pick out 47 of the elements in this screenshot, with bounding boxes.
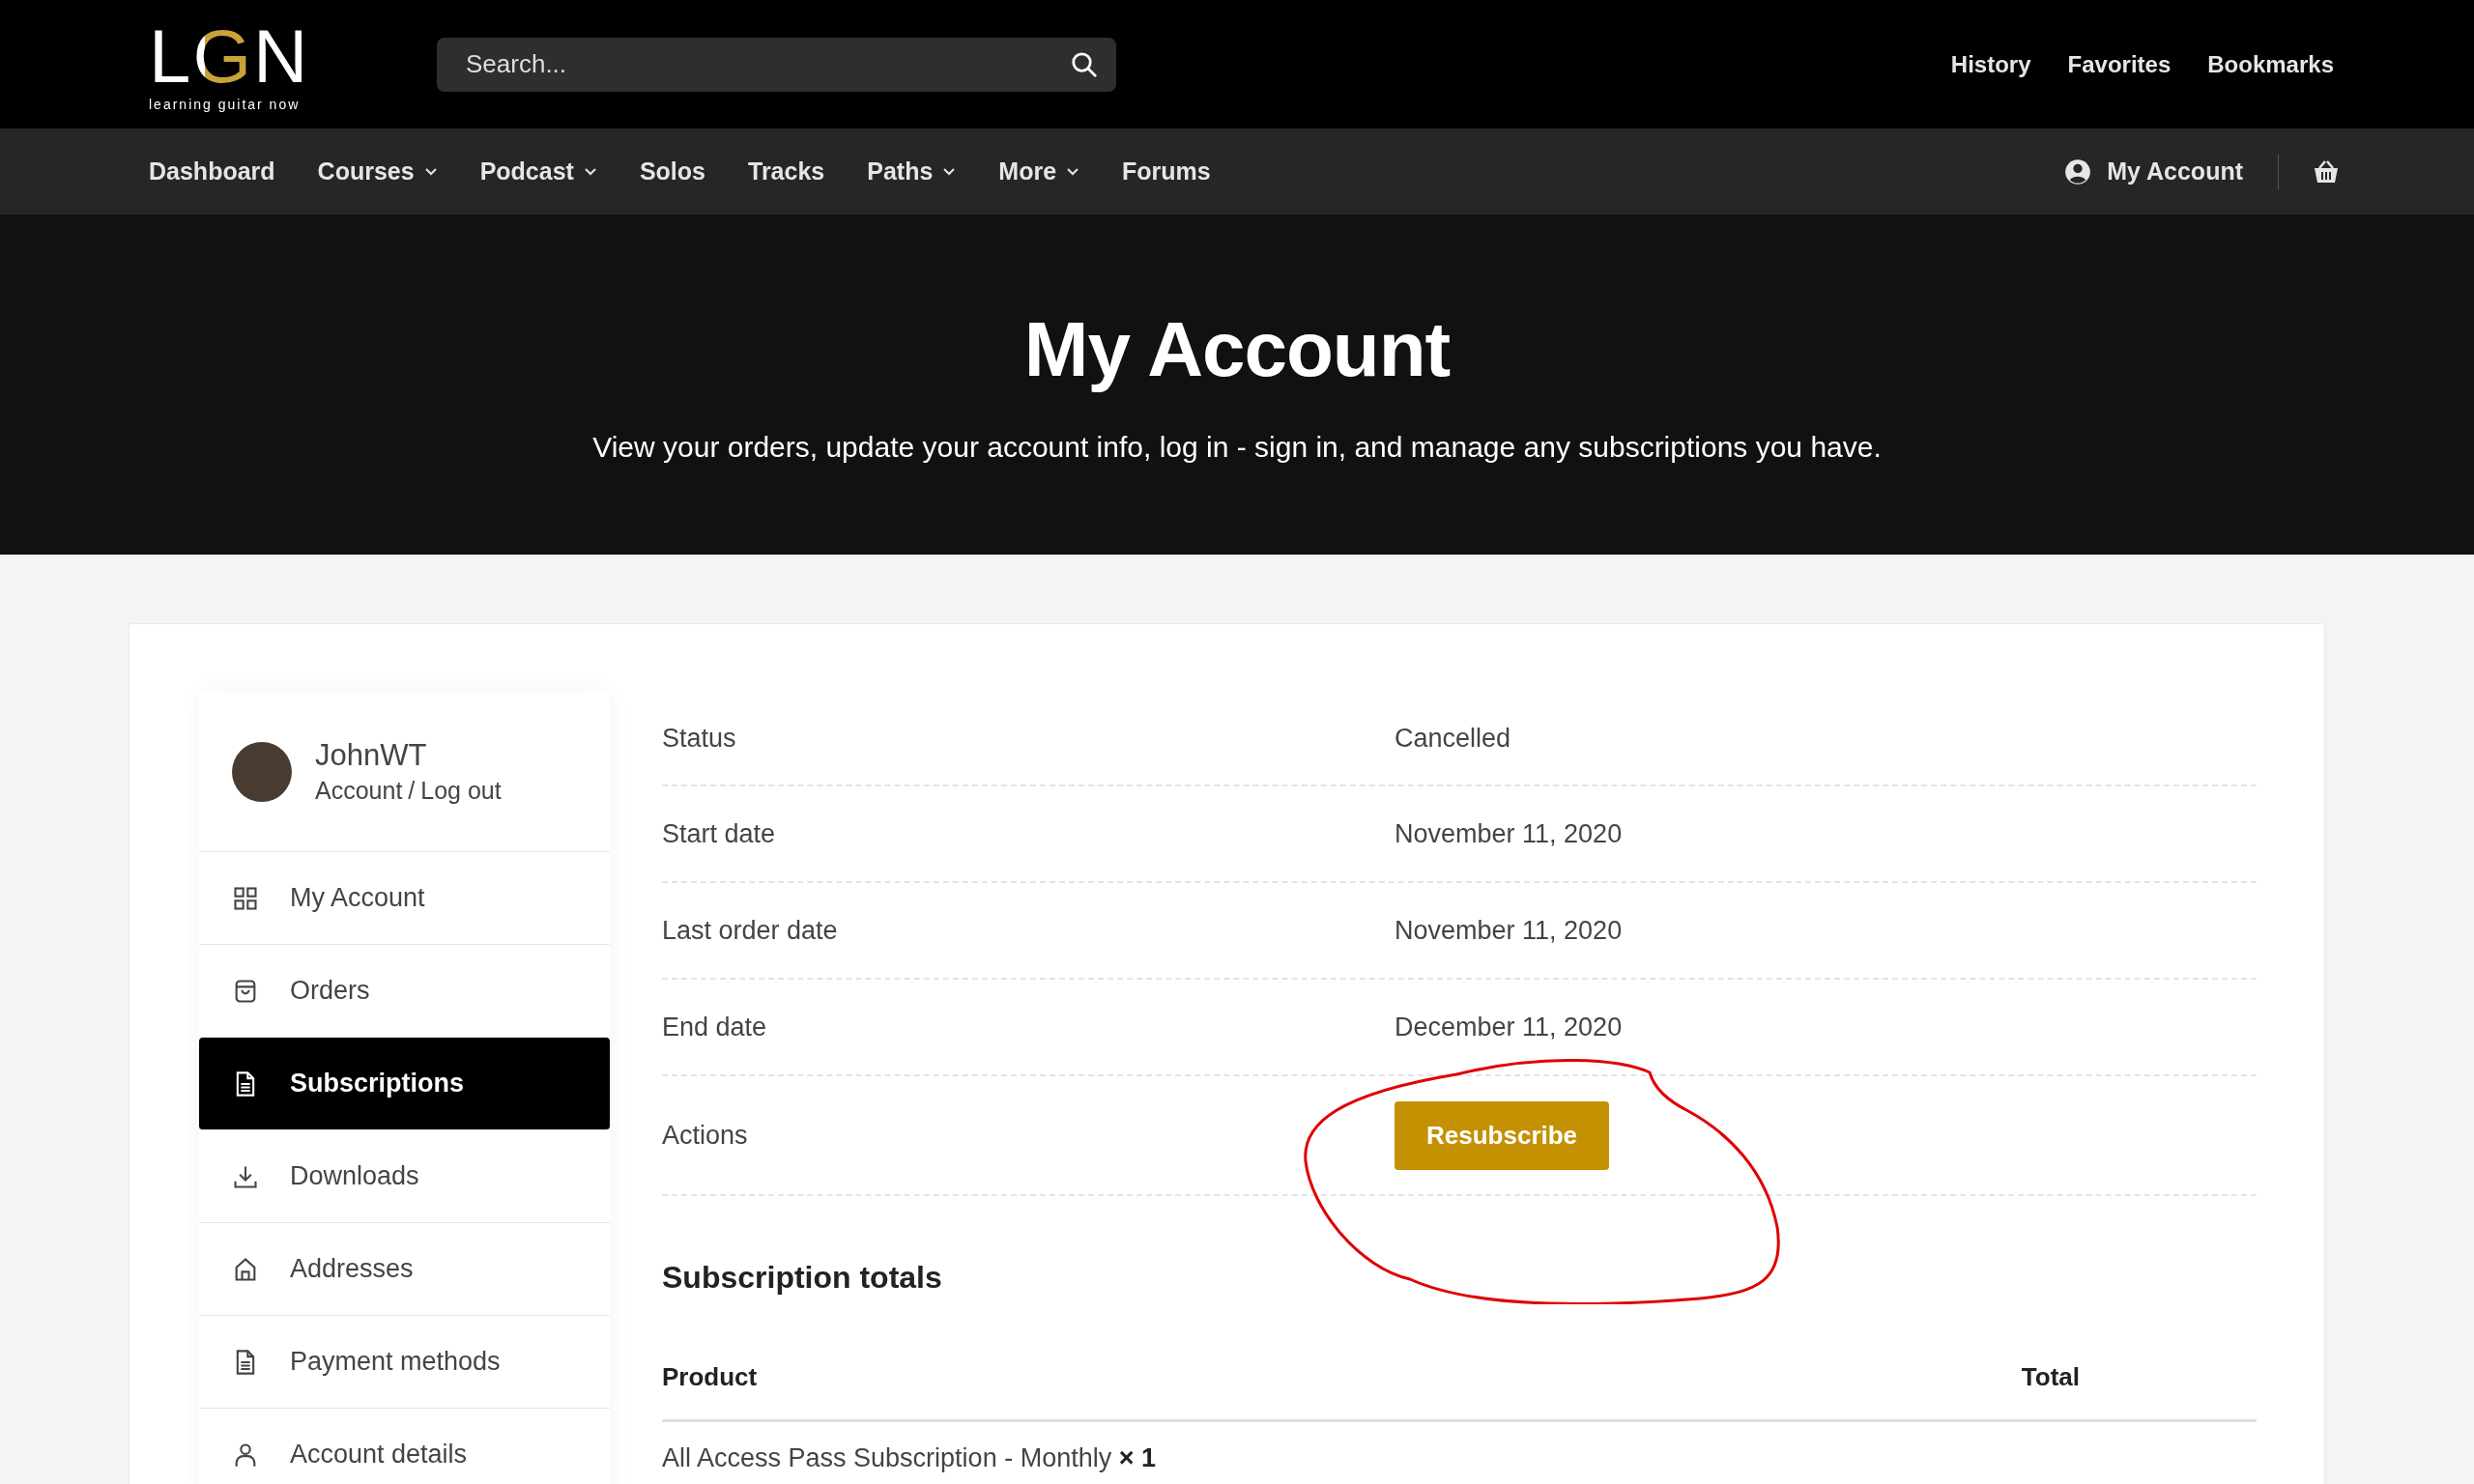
user-circle-icon xyxy=(2064,157,2092,186)
detail-value: November 11, 2020 xyxy=(1395,915,1623,946)
detail-label: Start date xyxy=(662,818,777,849)
top-link[interactable]: Bookmarks xyxy=(2207,50,2334,78)
nav-item[interactable]: Paths xyxy=(867,157,957,186)
column-header: Total xyxy=(2021,1361,2080,1392)
column-header: Product xyxy=(662,1361,759,1392)
caret-icon xyxy=(583,166,597,177)
caret-icon xyxy=(423,166,438,177)
sidebar-item[interactable]: Downloads xyxy=(199,1130,610,1223)
sidebar-item[interactable]: Account details xyxy=(199,1409,610,1484)
nav-item[interactable]: Forums xyxy=(1122,157,1211,186)
sidebar-item[interactable]: Payment methods xyxy=(199,1316,610,1409)
top-link[interactable]: Favorites xyxy=(2067,50,2172,78)
detail-label: Last order date xyxy=(662,915,839,946)
detail-label: Status xyxy=(662,723,737,754)
nav-item[interactable]: Dashboard xyxy=(149,157,275,186)
top-link[interactable]: History xyxy=(1950,50,2031,78)
section-heading: Subscription totals xyxy=(662,1260,943,1296)
nav-item[interactable]: Tracks xyxy=(748,157,825,186)
account-link[interactable]: Account xyxy=(315,777,403,805)
detail-label: End date xyxy=(662,1012,768,1042)
detail-value: December 11, 2020 xyxy=(1395,1012,1623,1042)
separator: / xyxy=(408,777,416,805)
page-subtitle: View your orders, update your account info, log in - sign in, and manage any subscriptions you have. xyxy=(592,431,1882,464)
logo-tagline: learning guitar now xyxy=(149,96,301,112)
caret-icon xyxy=(942,166,957,177)
account-link[interactable]: My Account xyxy=(2064,157,2243,186)
product-cell: All Access Pass Subscription - Monthly × 1 xyxy=(662,1443,1156,1472)
logo[interactable]: LGN learning guitar now xyxy=(149,16,437,112)
nav-item[interactable]: Podcast xyxy=(479,157,597,186)
search-icon[interactable] xyxy=(1070,49,1099,79)
detail-value: Cancelled xyxy=(1395,723,1511,754)
sidebar-item[interactable]: Subscriptions xyxy=(199,1038,610,1130)
nav-item[interactable]: Courses xyxy=(317,157,438,186)
nav-item[interactable]: Solos xyxy=(639,157,705,186)
detail-value: November 11, 2020 xyxy=(1395,818,1623,849)
username: JohnWT xyxy=(315,738,428,773)
detail-label: Actions xyxy=(662,1120,749,1151)
sidebar-item[interactable]: My Account xyxy=(199,852,610,945)
nav-item[interactable]: More xyxy=(998,157,1080,186)
caret-icon xyxy=(1066,166,1080,177)
search-field[interactable]: Search... xyxy=(437,37,1116,92)
logout-link[interactable]: Log out xyxy=(420,777,502,805)
page-title: My Account xyxy=(1023,305,1451,394)
sidebar-item[interactable]: Addresses xyxy=(199,1223,610,1316)
grid-icon xyxy=(232,884,259,912)
